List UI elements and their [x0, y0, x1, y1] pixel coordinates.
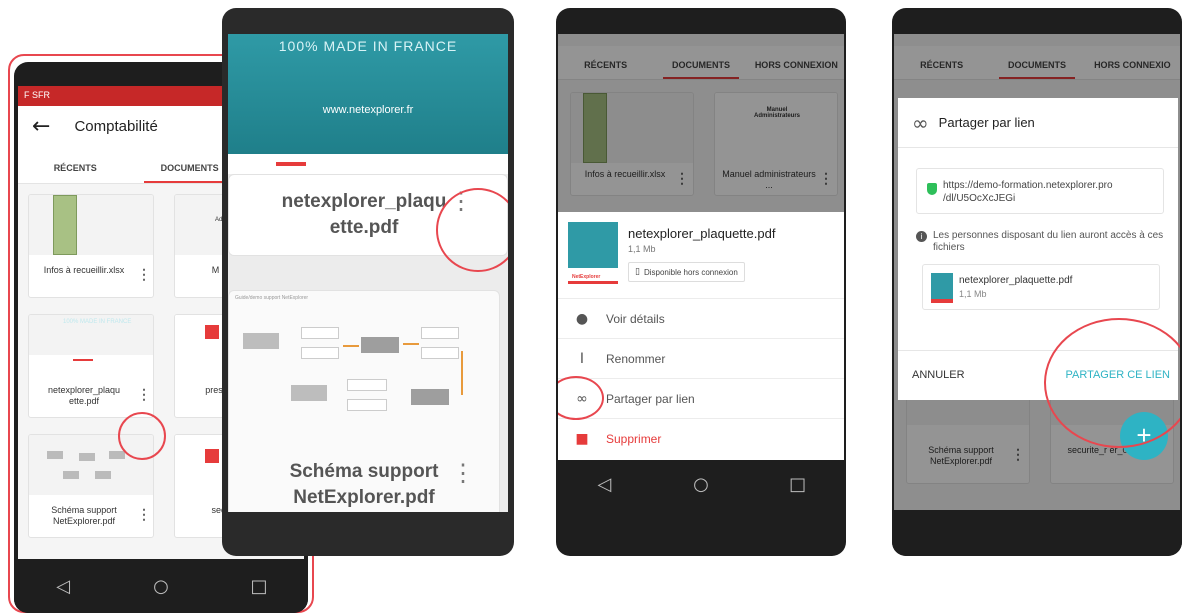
file-header: NetExplorer netexplorer_plaquette.pdf 1,… — [558, 212, 844, 296]
diagram-thumbnail — [235, 307, 489, 427]
file-thumbnail — [29, 195, 153, 255]
file-thumbnail: 100% MADE IN FRANCE — [29, 315, 153, 355]
highlight-circle — [118, 412, 166, 460]
file-name: Schéma support NetExplorer.pdf — [51, 505, 117, 526]
diagram-title: Guide/demo support NetExplorer — [235, 295, 309, 301]
phone-icon: ▯ — [635, 267, 640, 277]
offline-toggle[interactable]: ▯ Disponible hors connexion — [628, 262, 745, 282]
file-thumbnail: NetExplorer — [568, 222, 618, 284]
android-nav-bar: ◁ ○ □ — [14, 559, 308, 613]
screen: RÉCENTS DOCUMENTS HORS CONNEXION Infos à… — [558, 34, 844, 460]
share-dialog: ∞ Partager par lien https://demo-formati… — [898, 98, 1180, 448]
recent-apps-icon[interactable]: □ — [239, 576, 279, 597]
info-icon: ● — [575, 310, 589, 327]
text-cursor-icon: I — [579, 350, 585, 367]
info-text: i Les personnes disposant du lien auront… — [916, 230, 1166, 254]
bottom-sheet: NetExplorer netexplorer_plaquette.pdf 1,… — [558, 212, 844, 460]
share-url: https://demo-formation.netexplorer.pro /… — [943, 180, 1113, 204]
link-icon: ∞ — [912, 110, 929, 135]
phone-zoom: 100% MADE IN FRANCE www.netexplorer.fr n… — [222, 8, 514, 556]
info-icon: i — [916, 231, 927, 242]
menu-item-details[interactable]: ● Voir détails — [558, 298, 844, 338]
screen: 100% MADE IN FRANCE www.netexplorer.fr n… — [228, 34, 508, 512]
android-nav-bar: ◁ ○ □ — [556, 460, 846, 508]
thumb-brand: NetExplorer — [572, 274, 601, 280]
more-options-icon[interactable]: ⋮ — [451, 462, 475, 486]
file-name: netexplorer_plaquette.pdf — [628, 226, 776, 241]
menu-item-label: Partager par lien — [606, 391, 695, 406]
home-icon[interactable]: ○ — [141, 576, 181, 597]
offline-label: Disponible hors connexion — [643, 267, 738, 277]
brochure-banner: 100% MADE IN FRANCE www.netexplorer.fr — [228, 34, 508, 154]
back-icon[interactable]: ◁ — [43, 576, 83, 597]
thumb-text: 100% MADE IN FRANCE — [63, 319, 132, 325]
recent-apps-icon[interactable]: □ — [778, 474, 818, 495]
file-thumbnail — [931, 273, 953, 303]
page-title: Comptabilité — [74, 117, 158, 135]
menu-item-rename[interactable]: I Renommer — [558, 338, 844, 378]
file-size: 1,1 Mb — [628, 244, 656, 254]
back-arrow-icon[interactable]: ← — [32, 114, 50, 139]
progress-marker — [276, 162, 306, 166]
file-card[interactable]: Infos à recueillir.xlsx ⋮ — [28, 194, 154, 298]
carrier-label: F SFR — [24, 90, 50, 100]
menu-item-delete[interactable]: ■ Supprimer — [558, 418, 844, 458]
file-size: 1,1 Mb — [959, 289, 987, 299]
phone-actions-sheet: RÉCENTS DOCUMENTS HORS CONNEXION Infos à… — [556, 8, 846, 556]
pdf-icon — [205, 325, 219, 339]
menu-item-label: Voir détails — [606, 311, 665, 326]
shared-file-chip: netexplorer_plaquette.pdf 1,1 Mb — [922, 264, 1160, 310]
pdf-icon — [205, 449, 219, 463]
menu-item-label: Renommer — [606, 351, 666, 366]
progress-marker — [73, 359, 93, 361]
file-name: Schéma support NetExplorer.pdf — [289, 461, 439, 508]
dialog-header: ∞ Partager par lien — [898, 98, 1178, 148]
more-options-icon[interactable]: ⋮ — [137, 267, 151, 281]
menu-item-label: Supprimer — [606, 431, 662, 446]
banner-heading: 100% MADE IN FRANCE — [278, 38, 458, 54]
dialog-title: Partager par lien — [938, 115, 1035, 130]
trash-icon: ■ — [575, 430, 589, 447]
home-icon[interactable]: ○ — [681, 474, 721, 495]
file-name: netexplorer_plaqu ette.pdf — [47, 385, 121, 406]
screen: RÉCENTS DOCUMENTS HORS CONNEXIO Schéma s… — [894, 34, 1180, 510]
more-options-icon[interactable]: ⋮ — [137, 387, 151, 401]
more-options-icon[interactable]: ⋮ — [137, 507, 151, 521]
back-icon[interactable]: ◁ — [584, 474, 624, 495]
file-name: netexplorer_plaqu ette.pdf — [281, 191, 447, 238]
file-name: Infos à recueillir.xlsx — [43, 265, 125, 275]
share-url-field[interactable]: https://demo-formation.netexplorer.pro /… — [916, 168, 1164, 214]
shield-check-icon — [927, 183, 937, 195]
highlight-circle — [436, 188, 508, 272]
banner-url: www.netexplorer.fr — [322, 104, 414, 116]
file-card[interactable]: 100% MADE IN FRANCE netexplorer_plaqu et… — [28, 314, 154, 418]
info-label: Les personnes disposant du lien auront a… — [933, 230, 1164, 253]
tab-recents[interactable]: RÉCENTS — [18, 152, 132, 183]
scrim — [558, 34, 844, 212]
file-card-zoomed[interactable]: Guide/demo support NetExplorer Schéma su… — [228, 290, 500, 512]
android-nav-bar — [892, 510, 1182, 556]
phone-share-dialog: RÉCENTS DOCUMENTS HORS CONNEXIO Schéma s… — [892, 8, 1182, 556]
file-name: netexplorer_plaquette.pdf — [959, 275, 1073, 286]
cancel-button[interactable]: ANNULER — [912, 369, 965, 381]
